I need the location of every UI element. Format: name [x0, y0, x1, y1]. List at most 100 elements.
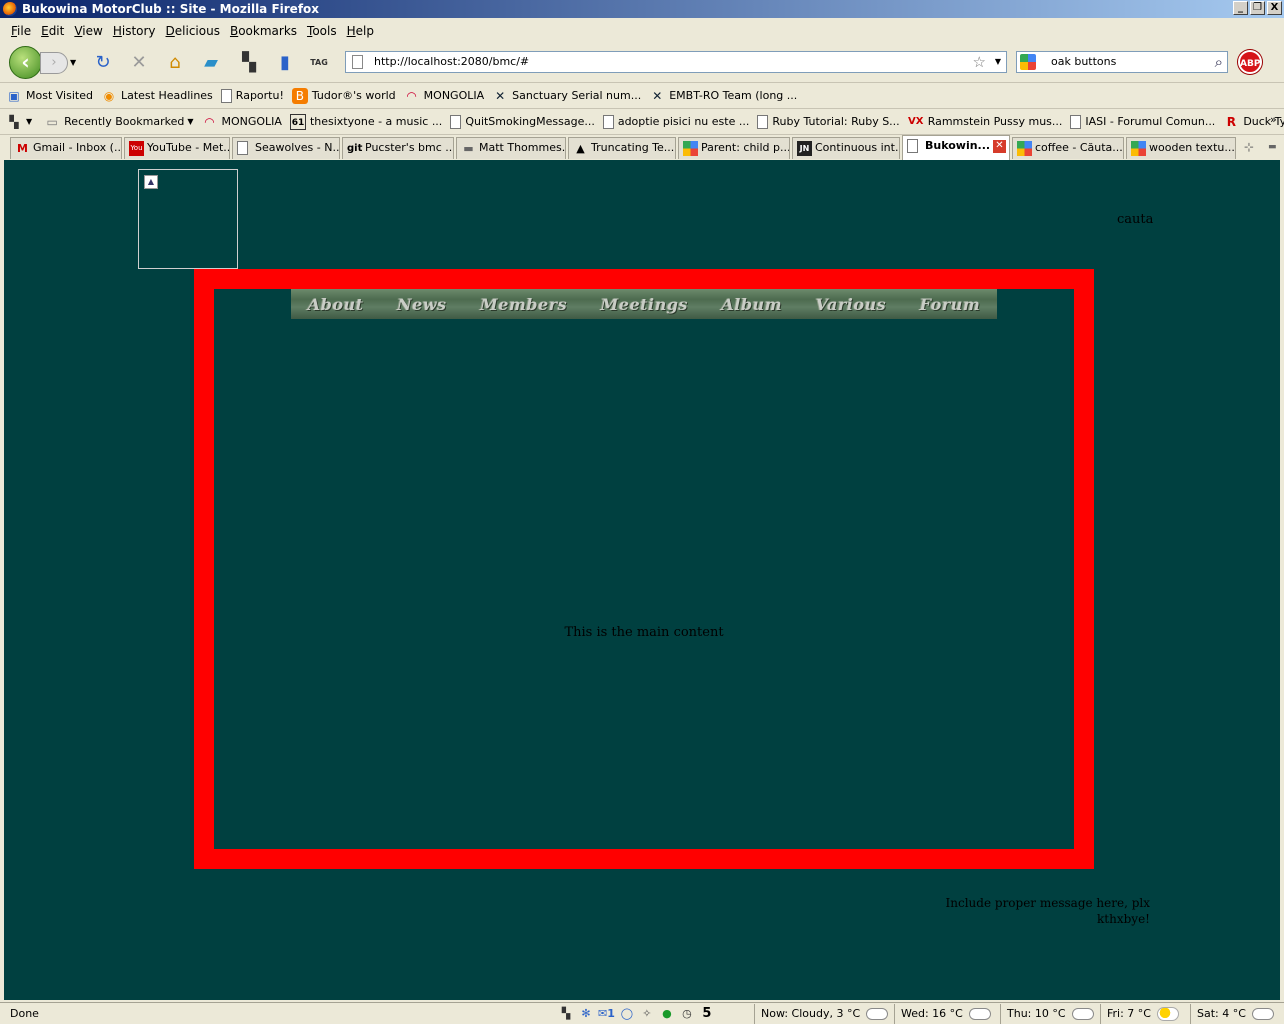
nav-various[interactable]: Various	[816, 295, 887, 314]
history-dropdown-icon[interactable]: ▼	[70, 58, 76, 67]
bookmarks-sidebar-icon[interactable]: ▚	[238, 52, 260, 74]
google-icon	[1017, 141, 1032, 156]
bookmark-mongolia[interactable]: ◠ MONGOLIA	[404, 88, 484, 104]
tab-parent-child[interactable]: Parent: child p...	[678, 137, 790, 159]
adblock-icon[interactable]: ABP	[1238, 50, 1262, 74]
search-input[interactable]: oak buttons	[1051, 55, 1116, 68]
tab-matt-thommes[interactable]: ▬ Matt Thommes...	[456, 137, 566, 159]
footer-line-2: kthxbye!	[1097, 912, 1150, 926]
firefox-icon	[3, 2, 17, 16]
page-icon	[352, 55, 363, 69]
menu-help[interactable]: Help	[347, 24, 374, 38]
navigation-toolbar: ‹ › ▼ ↻ ✕ ⌂ ▰ ▚ ▮ TAG http://localhost:2…	[0, 42, 1284, 82]
menu-edit[interactable]: Edit	[41, 24, 64, 38]
weather-fri[interactable]: Fri: 7 °C	[1100, 1004, 1179, 1024]
weather-wed[interactable]: Wed: 16 °C	[894, 1004, 991, 1024]
search-bar[interactable]: oak buttons ⌕	[1016, 51, 1228, 73]
bookmark-ruby-tutorial[interactable]: Ruby Tutorial: Ruby S...	[757, 114, 900, 129]
nav-members[interactable]: Members	[480, 295, 567, 314]
nav-news[interactable]: News	[397, 295, 447, 314]
bookmark-recently-bookmarked[interactable]: ▭ Recently Bookmarked ▼	[44, 114, 193, 130]
weather-now[interactable]: Now: Cloudy, 3 °C	[754, 1004, 889, 1024]
url-text[interactable]: http://localhost:2080/bmc/#	[374, 55, 529, 68]
bookmark-sanctuary[interactable]: ✕ Sanctuary Serial num...	[492, 88, 641, 104]
star-icon[interactable]: ☆	[973, 52, 986, 72]
r-icon: R	[1226, 114, 1236, 129]
mail-icon[interactable]: ✉1	[598, 1006, 615, 1022]
site-navigation: About News Members Meetings Album Variou…	[291, 289, 997, 319]
menu-tools[interactable]: Tools	[307, 24, 337, 38]
new-tab-icon[interactable]: ⊹	[1244, 140, 1254, 154]
nav-forum[interactable]: Forum	[920, 295, 981, 314]
bookmark-quitsmoking[interactable]: QuitSmokingMessage...	[450, 114, 595, 129]
google-icon[interactable]	[1020, 54, 1036, 70]
chat-icon[interactable]: ◯	[619, 1006, 635, 1022]
bookmark-raportu[interactable]: Raportu!	[220, 88, 284, 103]
url-dropdown-icon[interactable]: ▼	[995, 52, 1001, 72]
bookmark-tudor-world[interactable]: B Tudor®'s world	[291, 87, 396, 104]
menu-delicious[interactable]: Delicious	[166, 24, 220, 38]
menu-file[interactable]: File	[11, 24, 31, 38]
tab-continuous[interactable]: JN Continuous int...	[792, 137, 900, 159]
tag-icon[interactable]: TAG	[308, 52, 330, 74]
tab-youtube[interactable]: You YouTube - Met...	[124, 137, 230, 159]
bookmark-rammstein[interactable]: VX Rammstein Pussy mus...	[908, 114, 1062, 130]
back-button[interactable]: ‹	[9, 46, 42, 79]
weather-thu[interactable]: Thu: 10 °C	[1000, 1004, 1094, 1024]
nav-about[interactable]: About	[308, 295, 364, 314]
close-button[interactable]: X	[1267, 1, 1282, 15]
tab-gmail[interactable]: M Gmail - Inbox (...	[10, 137, 122, 159]
tab-truncating[interactable]: ▲ Truncating Te...	[568, 137, 676, 159]
tab-pucster[interactable]: git Pucster's bmc ...	[342, 137, 454, 159]
save-icon[interactable]: ▮	[274, 52, 296, 74]
tool-icon[interactable]: ✧	[639, 1006, 655, 1022]
mt-icon: ▬	[463, 142, 474, 155]
bookmark-most-visited[interactable]: ▣ Most Visited	[6, 88, 93, 104]
tab-list-icon[interactable]: ▬	[1268, 142, 1277, 152]
counter-badge[interactable]: 5	[699, 1006, 715, 1022]
home-icon[interactable]: ⌂	[164, 52, 186, 74]
reload-icon[interactable]: ↻	[92, 52, 114, 74]
search-icon[interactable]: ⌕	[1215, 52, 1223, 72]
search-link[interactable]: cauta	[1117, 212, 1153, 227]
nav-meetings[interactable]: Meetings	[601, 295, 688, 314]
tab-coffee[interactable]: coffee - Căuta...	[1012, 137, 1124, 159]
google-icon	[1131, 141, 1146, 156]
close-tab-icon[interactable]: ✕	[993, 140, 1006, 153]
status-bar: Done ▚ ✻ ✉1 ◯ ✧ ● ◷ 5 Now: Cloudy, 3 °C …	[0, 1002, 1284, 1024]
forward-button[interactable]: ›	[40, 52, 68, 74]
rainbow-icon: ◠	[406, 88, 417, 103]
bookmark-mongolia-2[interactable]: ◠ MONGOLIA	[201, 114, 282, 130]
tab-bukowina[interactable]: Bukowin... ✕	[902, 135, 1010, 160]
minimize-button[interactable]: _	[1233, 1, 1248, 15]
more-bookmarks-chevron-icon[interactable]: »	[1270, 113, 1277, 126]
tab-wooden[interactable]: wooden textu...	[1126, 137, 1236, 159]
bookmark-menu[interactable]: ▚ ▼	[6, 114, 36, 130]
menu-view[interactable]: View	[74, 24, 102, 38]
cloud-icon	[1251, 1008, 1274, 1020]
maximize-button[interactable]: ❐	[1250, 1, 1265, 15]
snowflake-icon[interactable]: ✻	[578, 1006, 594, 1022]
bookmark-thesixtyone[interactable]: 61 thesixtyone - a music ...	[289, 113, 442, 130]
cloud-icon	[866, 1008, 889, 1020]
dropdown-icon: ▼	[26, 117, 33, 126]
clock-icon[interactable]: ◷	[679, 1006, 695, 1022]
bookmark-iasi[interactable]: IASI - Forumul Comun...	[1070, 114, 1215, 129]
menu-history[interactable]: History	[113, 24, 156, 38]
tab-seawolves[interactable]: Seawolves - N...	[232, 137, 340, 159]
bookmark-embt[interactable]: ✕ EMBT-RO Team (long ...	[649, 88, 797, 104]
delicious-icon[interactable]: ▰	[200, 52, 222, 74]
stop-icon[interactable]: ✕	[128, 52, 150, 74]
bookmark-latest-headlines[interactable]: ◉ Latest Headlines	[101, 88, 213, 104]
url-bar[interactable]: http://localhost:2080/bmc/# ☆ ▼	[345, 51, 1007, 73]
weather-sat[interactable]: Sat: 4 °C	[1190, 1004, 1274, 1024]
bookmarks-toolbar-2: ▚ ▼ ▭ Recently Bookmarked ▼ ◠ MONGOLIA 61 the…	[0, 108, 1284, 134]
bookmark-adoptie[interactable]: adoptie pisici nu este ...	[602, 114, 749, 129]
title-bar: Bukowina MotorClub :: Site - Mozilla Fir…	[0, 0, 1284, 18]
window-controls: _ ❐ X	[1233, 1, 1282, 15]
status-green-icon[interactable]: ●	[659, 1006, 675, 1022]
grid-icon[interactable]: ▚	[558, 1006, 574, 1022]
crossed-icon: ✕	[495, 88, 506, 103]
nav-album[interactable]: Album	[721, 295, 782, 314]
menu-bookmarks[interactable]: Bookmarks	[230, 24, 297, 38]
